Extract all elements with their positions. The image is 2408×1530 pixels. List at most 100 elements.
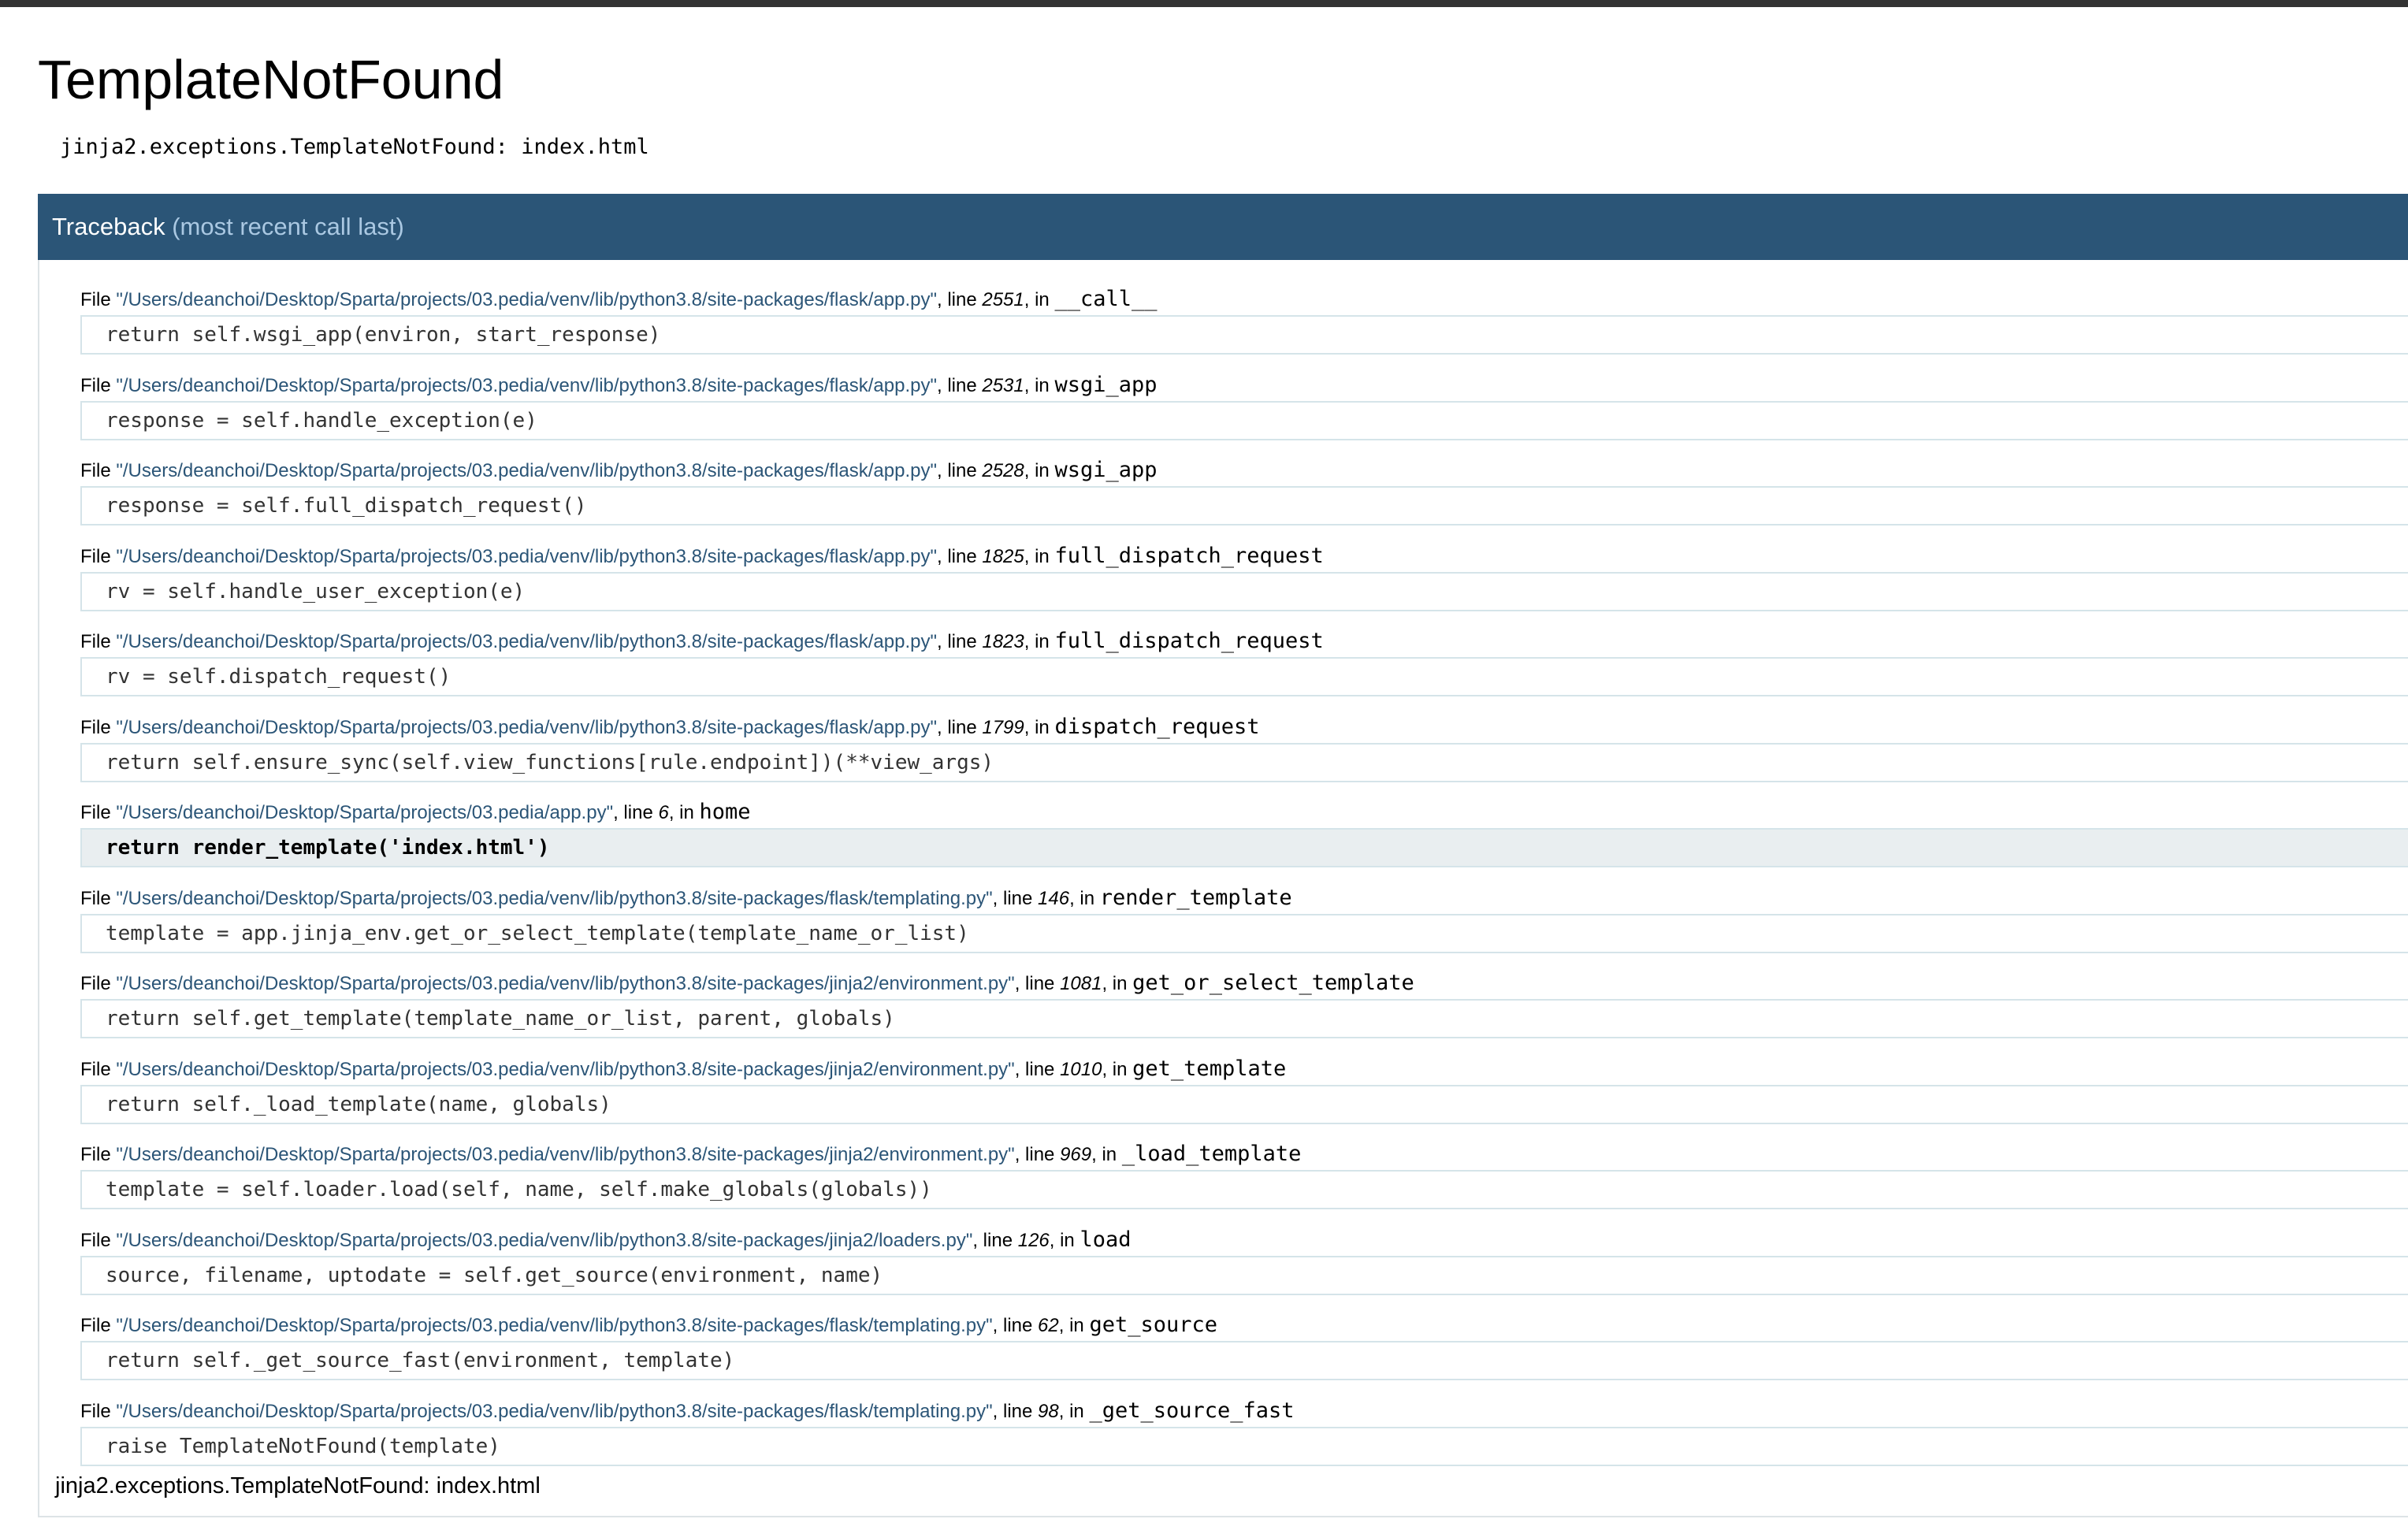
frame-location: File "/Users/deanchoi/Desktop/Sparta/pro… (80, 1395, 2408, 1427)
file-prefix: File (80, 1230, 117, 1251)
final-error-message: jinja2.exceptions.TemplateNotFound: inde… (55, 1473, 541, 1498)
in-prefix: , in (1069, 888, 1100, 909)
traceback-frame[interactable]: File "/Users/deanchoi/Desktop/Sparta/pro… (80, 1309, 2408, 1380)
traceback-body: File "/Users/deanchoi/Desktop/Sparta/pro… (38, 260, 2408, 1517)
line-prefix: , line (936, 546, 983, 567)
in-prefix: , in (1024, 631, 1055, 652)
line-prefix: , line (936, 289, 983, 310)
frame-line-number: 1081 (1060, 973, 1102, 994)
traceback-frame[interactable]: File "/Users/deanchoi/Desktop/Sparta/pro… (80, 797, 2408, 867)
traceback-frame[interactable]: File "/Users/deanchoi/Desktop/Sparta/pro… (80, 1053, 2408, 1124)
file-prefix: File (80, 546, 117, 567)
frame-source-line[interactable]: source, filename, uptodate = self.get_so… (80, 1256, 2408, 1295)
frame-filename: "/Users/deanchoi/Desktop/Sparta/projects… (116, 1315, 993, 1336)
traceback-sublabel: (most recent call last) (172, 213, 404, 240)
in-prefix: , in (1024, 460, 1055, 481)
traceback-frame[interactable]: File "/Users/deanchoi/Desktop/Sparta/pro… (80, 882, 2408, 953)
frame-line-number: 1825 (982, 546, 1024, 567)
frame-filename: "/Users/deanchoi/Desktop/Sparta/projects… (116, 973, 1015, 994)
file-prefix: File (80, 631, 117, 652)
frame-line-number: 146 (1038, 888, 1070, 909)
frame-function-name: _load_template (1121, 1142, 1302, 1166)
traceback-frame[interactable]: File "/Users/deanchoi/Desktop/Sparta/pro… (80, 370, 2408, 440)
error-message: jinja2.exceptions.TemplateNotFound: inde… (60, 135, 649, 159)
frame-location: File "/Users/deanchoi/Desktop/Sparta/pro… (80, 1138, 2408, 1170)
frame-line-number: 2551 (982, 289, 1024, 310)
frame-location: File "/Users/deanchoi/Desktop/Sparta/pro… (80, 797, 2408, 828)
frame-function-name: full_dispatch_request (1054, 629, 1324, 653)
frame-function-name: home (699, 800, 751, 824)
frame-filename: "/Users/deanchoi/Desktop/Sparta/projects… (116, 1144, 1015, 1165)
in-prefix: , in (1091, 1144, 1122, 1165)
frame-source-line[interactable]: response = self.handle_exception(e) (80, 401, 2408, 440)
file-prefix: File (80, 717, 117, 738)
in-prefix: , in (1058, 1401, 1090, 1422)
frame-function-name: wsgi_app (1054, 458, 1158, 482)
line-prefix: , line (992, 1401, 1039, 1422)
frame-function-name: dispatch_request (1054, 715, 1260, 739)
frame-filename: "/Users/deanchoi/Desktop/Sparta/projects… (116, 888, 993, 909)
frame-filename: "/Users/deanchoi/Desktop/Sparta/projects… (116, 1059, 1015, 1080)
file-prefix: File (80, 802, 117, 823)
line-prefix: , line (936, 631, 983, 652)
frame-function-name: __call__ (1054, 287, 1158, 311)
frame-source-line[interactable]: return self.get_template(template_name_o… (80, 999, 2408, 1038)
frame-location: File "/Users/deanchoi/Desktop/Sparta/pro… (80, 1309, 2408, 1341)
file-prefix: File (80, 1315, 117, 1336)
line-prefix: , line (992, 888, 1039, 909)
frame-source-line[interactable]: template = self.loader.load(self, name, … (80, 1170, 2408, 1209)
traceback-frame[interactable]: File "/Users/deanchoi/Desktop/Sparta/pro… (80, 1138, 2408, 1209)
frame-line-number: 6 (658, 802, 669, 823)
frame-location: File "/Users/deanchoi/Desktop/Sparta/pro… (80, 540, 2408, 572)
frame-source-line[interactable]: return self._get_source_fast(environment… (80, 1341, 2408, 1380)
traceback-header: Traceback (most recent call last) (38, 194, 2408, 260)
frame-source-line[interactable]: return self.wsgi_app(environ, start_resp… (80, 315, 2408, 355)
in-prefix: , in (1058, 1315, 1090, 1336)
frame-location: File "/Users/deanchoi/Desktop/Sparta/pro… (80, 1224, 2408, 1256)
frame-filename: "/Users/deanchoi/Desktop/Sparta/projects… (116, 1230, 973, 1251)
frame-function-name: get_source (1089, 1313, 1217, 1337)
frame-line-number: 969 (1060, 1144, 1092, 1165)
traceback-label: Traceback (52, 213, 165, 240)
line-prefix: , line (1014, 973, 1061, 994)
file-prefix: File (80, 973, 117, 994)
frame-line-number: 1823 (982, 631, 1024, 652)
in-prefix: , in (1024, 375, 1055, 396)
frame-source-line[interactable]: return self._load_template(name, globals… (80, 1085, 2408, 1124)
frame-source-line[interactable]: raise TemplateNotFound(template) (80, 1427, 2408, 1466)
traceback-frame[interactable]: File "/Users/deanchoi/Desktop/Sparta/pro… (80, 626, 2408, 696)
traceback-frame[interactable]: File "/Users/deanchoi/Desktop/Sparta/pro… (80, 284, 2408, 355)
line-prefix: , line (613, 802, 659, 823)
frame-source-line[interactable]: rv = self.dispatch_request() (80, 657, 2408, 696)
frame-filename: "/Users/deanchoi/Desktop/Sparta/projects… (116, 1401, 993, 1422)
file-prefix: File (80, 289, 117, 310)
traceback-frame[interactable]: File "/Users/deanchoi/Desktop/Sparta/pro… (80, 967, 2408, 1038)
traceback-frame[interactable]: File "/Users/deanchoi/Desktop/Sparta/pro… (80, 455, 2408, 525)
frame-function-name: _get_source_fast (1089, 1398, 1295, 1423)
traceback-frame[interactable]: File "/Users/deanchoi/Desktop/Sparta/pro… (80, 540, 2408, 611)
frame-location: File "/Users/deanchoi/Desktop/Sparta/pro… (80, 967, 2408, 999)
traceback-frame[interactable]: File "/Users/deanchoi/Desktop/Sparta/pro… (80, 1224, 2408, 1295)
frame-line-number: 2531 (982, 375, 1024, 396)
traceback-frame[interactable]: File "/Users/deanchoi/Desktop/Sparta/pro… (80, 1395, 2408, 1466)
frame-line-number: 2528 (982, 460, 1024, 481)
frame-location: File "/Users/deanchoi/Desktop/Sparta/pro… (80, 370, 2408, 401)
in-prefix: , in (1102, 973, 1133, 994)
frame-source-line[interactable]: template = app.jinja_env.get_or_select_t… (80, 914, 2408, 953)
frame-location: File "/Users/deanchoi/Desktop/Sparta/pro… (80, 284, 2408, 315)
frame-filename: "/Users/deanchoi/Desktop/Sparta/projects… (116, 631, 937, 652)
traceback-frame[interactable]: File "/Users/deanchoi/Desktop/Sparta/pro… (80, 711, 2408, 782)
frame-line-number: 62 (1038, 1315, 1059, 1336)
frame-location: File "/Users/deanchoi/Desktop/Sparta/pro… (80, 1053, 2408, 1085)
frame-source-line[interactable]: rv = self.handle_user_exception(e) (80, 572, 2408, 611)
file-prefix: File (80, 375, 117, 396)
frame-source-line[interactable]: return self.ensure_sync(self.view_functi… (80, 743, 2408, 782)
frame-source-line[interactable]: return render_template('index.html') (80, 828, 2408, 867)
frame-line-number: 1799 (982, 717, 1024, 738)
file-prefix: File (80, 1144, 117, 1165)
line-prefix: , line (936, 717, 983, 738)
frame-filename: "/Users/deanchoi/Desktop/Sparta/projects… (116, 717, 937, 738)
frame-source-line[interactable]: response = self.full_dispatch_request() (80, 486, 2408, 525)
in-prefix: , in (668, 802, 700, 823)
line-prefix: , line (936, 375, 983, 396)
